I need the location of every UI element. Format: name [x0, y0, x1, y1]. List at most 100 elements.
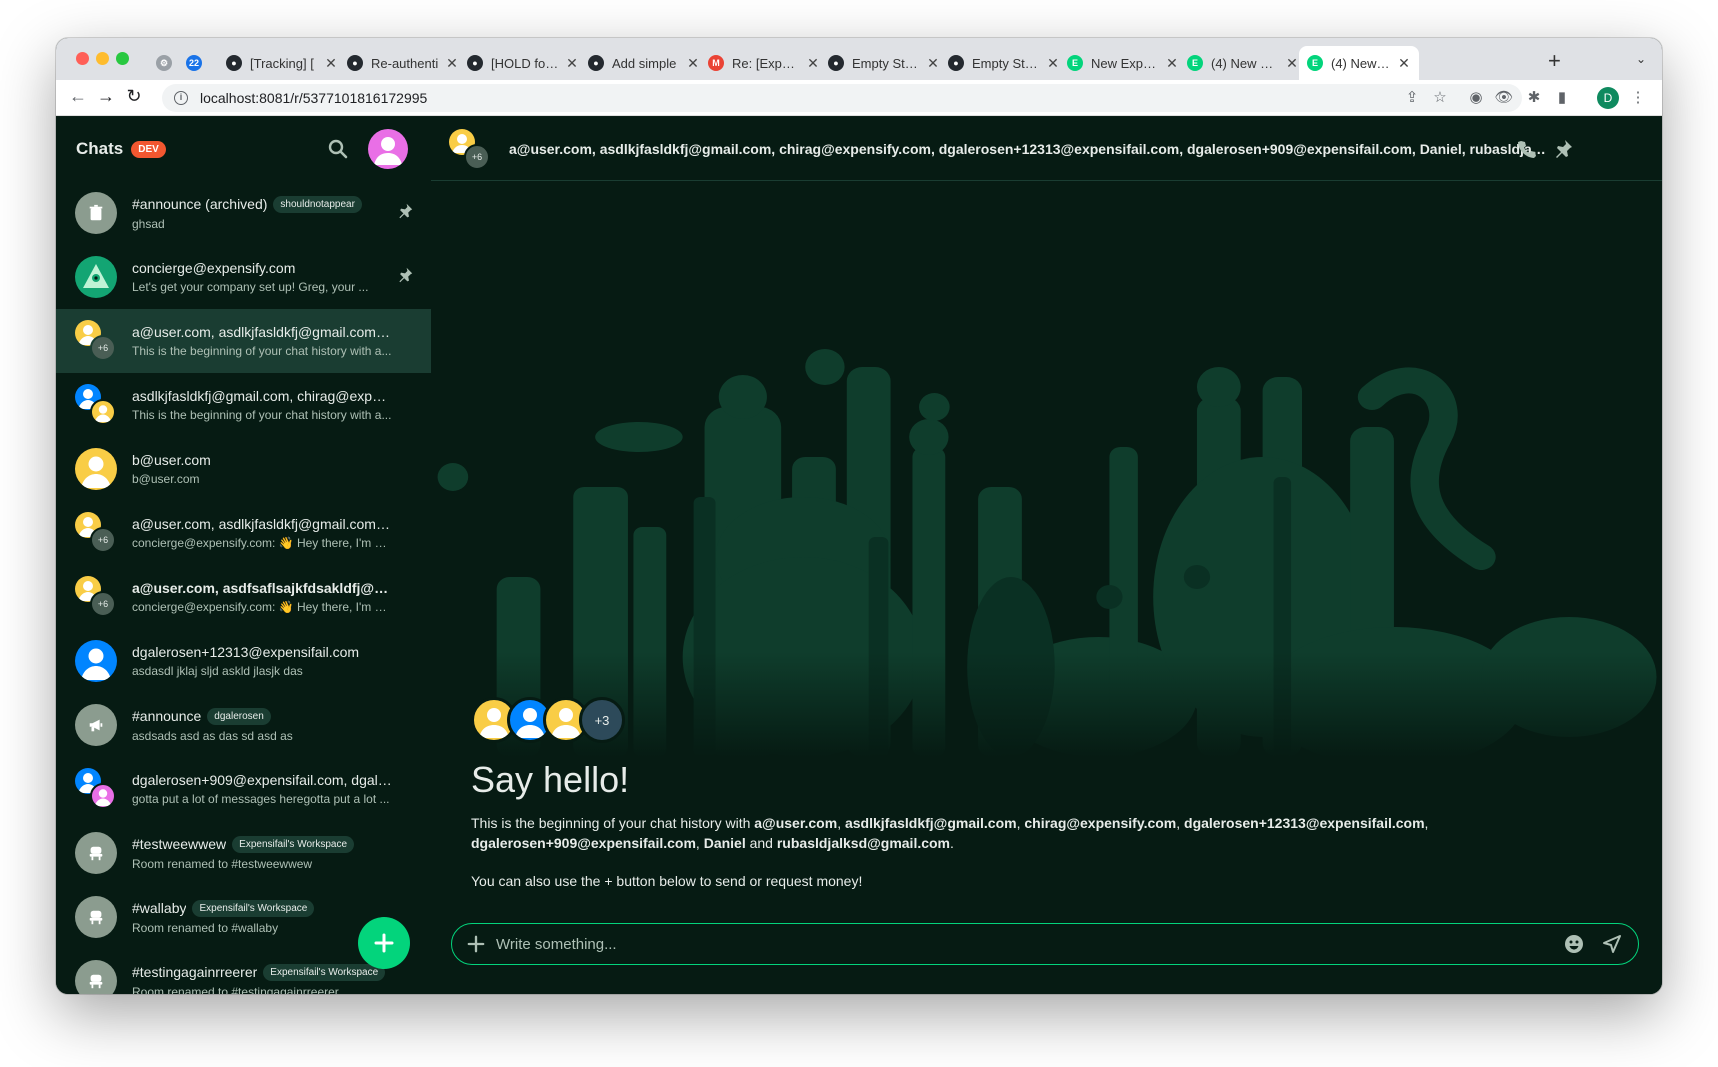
workspace-room-avatar: [75, 960, 117, 994]
browser-tab[interactable]: ● [HOLD for p ✕: [459, 46, 587, 80]
chat-list-item-text: #testweewwew Expensifail's Workspace Room …: [132, 835, 392, 871]
composer-plus-button[interactable]: [456, 924, 496, 964]
welcome-title: Say hello!: [471, 759, 630, 800]
welcome-end: .: [950, 835, 954, 851]
chat-list-item-name: dgalerosen+12313@expensifail.com: [132, 644, 392, 660]
share-icon[interactable]: ⇪: [1402, 88, 1422, 108]
close-tab-icon[interactable]: ✕: [1046, 55, 1060, 72]
browser-tab[interactable]: E (4) New Exp ✕: [1299, 46, 1419, 80]
expensify-icon: E: [1067, 55, 1083, 71]
emoji-button[interactable]: [1562, 932, 1586, 956]
participant-name[interactable]: Daniel: [704, 835, 746, 851]
room-chair-icon: [89, 846, 103, 861]
workspace-room-avatar: [75, 896, 117, 938]
github-pr-icon: ●: [588, 55, 604, 71]
floating-action-button[interactable]: [358, 917, 410, 969]
browser-tab[interactable]: ⚙: [148, 46, 178, 80]
browser-tab[interactable]: ● Empty State ✕: [940, 46, 1068, 80]
browser-menu-icon[interactable]: ⋮: [1628, 88, 1648, 108]
chat-list-item[interactable]: +6 a@user.com, asdlkjfasldkfj@gmail.com, …: [56, 501, 431, 565]
search-icon[interactable]: [328, 139, 348, 159]
reload-icon[interactable]: ↻: [122, 86, 146, 107]
close-tab-icon[interactable]: ✕: [1397, 55, 1411, 72]
user-avatar[interactable]: [368, 129, 408, 169]
room-badge: Expensifail's Workspace: [232, 835, 355, 853]
close-tab-icon[interactable]: ✕: [1165, 55, 1179, 72]
chat-list-item[interactable]: concierge@expensify.com Let's get your co…: [56, 245, 431, 309]
chat-list-item[interactable]: +6 a@user.com, asdfsaflsajkfdsakldfj@gm..…: [56, 565, 431, 629]
back-arrow-icon[interactable]: ←: [66, 86, 90, 107]
phone-icon[interactable]: [1517, 139, 1537, 159]
browser-tab[interactable]: M Re: [Expens ✕: [700, 46, 828, 80]
pin-icon[interactable]: [1553, 139, 1573, 159]
chat-list-item[interactable]: dgalerosen+909@expensifail.com, dgale...…: [56, 757, 431, 821]
minimize-window-button[interactable]: [96, 52, 109, 65]
message-input[interactable]: [496, 935, 1562, 953]
user-silhouette-icon: [75, 640, 117, 682]
plus-icon: [467, 935, 485, 953]
chat-title[interactable]: a@user.com, asdlkjfasldkfj@gmail.com, ch…: [509, 141, 1549, 157]
more-participants-badge: +6: [464, 143, 490, 170]
address-bar[interactable]: i localhost:8081/r/5377101816172995: [162, 84, 1522, 112]
close-tab-icon[interactable]: ✕: [806, 55, 820, 72]
close-tab-icon[interactable]: ✕: [445, 55, 459, 72]
browser-tab[interactable]: E (4) New Exp ✕: [1179, 46, 1307, 80]
chat-list-item-preview: Room renamed to #testweewwew: [132, 856, 313, 871]
participant-name[interactable]: chirag@expensify.com: [1024, 815, 1176, 831]
participant-name[interactable]: a@user.com: [754, 815, 837, 831]
browser-tab[interactable]: ● Re-authenti ✕: [339, 46, 467, 80]
forward-arrow-icon[interactable]: →: [94, 86, 118, 107]
chat-name: #testweewwew: [132, 836, 227, 852]
browser-tab[interactable]: E New Expens ✕: [1059, 46, 1187, 80]
browser-tab[interactable]: ● Empty State ✕: [820, 46, 948, 80]
close-tab-icon[interactable]: ✕: [686, 55, 700, 72]
close-tab-icon[interactable]: ✕: [1285, 55, 1299, 72]
chat-list-item-preview: gotta put a lot of messages heregotta pu…: [132, 792, 390, 806]
github-icon: ●: [828, 55, 844, 71]
extension-1-icon[interactable]: ◉: [1466, 88, 1486, 108]
header-group-avatar[interactable]: +6: [449, 128, 490, 170]
send-button[interactable]: [1600, 932, 1624, 956]
profile-avatar[interactable]: D: [1597, 87, 1619, 109]
chat-list-item[interactable]: #announce (archived) shouldnotappear ghsad: [56, 181, 431, 245]
side-panel-icon[interactable]: ▮: [1552, 88, 1572, 108]
close-tab-icon[interactable]: ✕: [324, 55, 338, 72]
chat-list-item[interactable]: +6 a@user.com, asdlkjfasldkfj@gmail.com, …: [56, 309, 431, 373]
browser-tab[interactable]: 22: [178, 46, 208, 80]
github-icon: ●: [467, 55, 483, 71]
chat-name: dgalerosen+12313@expensifail.com: [132, 644, 360, 660]
chat-list-item-text: b@user.com b@user.com: [132, 452, 392, 486]
site-info-icon[interactable]: i: [174, 91, 188, 105]
extension-eye-icon[interactable]: 👁: [1494, 88, 1514, 108]
participant-name[interactable]: dgalerosen+909@expensifail.com: [471, 835, 696, 851]
maximize-window-button[interactable]: [116, 52, 129, 65]
chat-list-item[interactable]: #announce dgalerosen asdsads asd as das sd…: [56, 693, 431, 757]
chat-list-item-text: a@user.com, asdlkjfasldkfj@gmail.com, ..…: [132, 324, 392, 358]
more-participants-badge[interactable]: +3: [579, 697, 625, 743]
chat-list-item[interactable]: #testweewwew Expensifail's Workspace Room …: [56, 821, 431, 885]
chat-list-item[interactable]: dgalerosen+12313@expensifail.com asdasdl …: [56, 629, 431, 693]
extensions-puzzle-icon[interactable]: ✱: [1524, 88, 1544, 108]
participant-name[interactable]: rubasldjalksd@gmail.com: [777, 835, 950, 851]
close-tab-icon[interactable]: ✕: [926, 55, 940, 72]
chat-name: a@user.com, asdlkjfasldkfj@gmail.com, ..…: [132, 324, 392, 340]
participant-name[interactable]: asdlkjfasldkfj@gmail.com: [845, 815, 1017, 831]
bookmark-star-icon[interactable]: ☆: [1430, 88, 1450, 108]
chat-list-item-name: #testweewwew Expensifail's Workspace: [132, 835, 392, 853]
close-window-button[interactable]: [76, 52, 89, 65]
chat-list-item-text: #wallaby Expensifail's Workspace Room rena…: [132, 899, 392, 935]
chat-name: #announce: [132, 708, 202, 724]
chat-list-item-preview: asdasdl jklaj sljd askld jlasjk das: [132, 664, 303, 678]
chat-list-item-text: #announce dgalerosen asdsads asd as das sd…: [132, 707, 392, 743]
browser-tab[interactable]: ● [Tracking] [✕: [218, 46, 346, 80]
new-tab-button[interactable]: +: [1548, 48, 1561, 74]
tab-title: (4) New Exp: [1331, 55, 1391, 71]
chat-list-item-name: asdlkjfasldkfj@gmail.com, chirag@expen..…: [132, 388, 392, 404]
user-silhouette-icon: [90, 399, 116, 425]
tab-search-chevron-icon[interactable]: ⌄: [1636, 52, 1646, 66]
close-tab-icon[interactable]: ✕: [565, 55, 579, 72]
browser-tab[interactable]: ● Add simple ✕: [580, 46, 708, 80]
chat-list-item[interactable]: b@user.com b@user.com: [56, 437, 431, 501]
chat-list-item[interactable]: asdlkjfasldkfj@gmail.com, chirag@expen..…: [56, 373, 431, 437]
participant-name[interactable]: dgalerosen+12313@expensifail.com: [1184, 815, 1425, 831]
